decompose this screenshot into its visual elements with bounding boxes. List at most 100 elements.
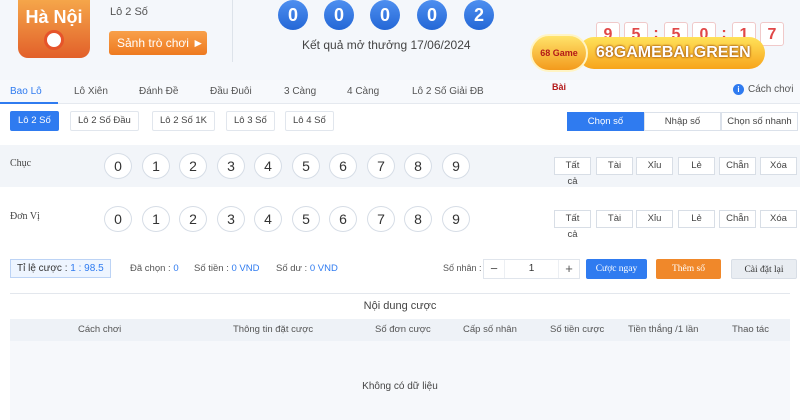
game-header: Hà Nội Lô 2 Số Sảnh trò chơi ► 0 0 0 0 2… (0, 0, 800, 92)
tab-4-cang[interactable]: 4 Càng (347, 86, 379, 97)
units-big-button[interactable]: Tài (596, 210, 633, 228)
tens-ball-1[interactable]: 1 (142, 153, 170, 179)
selected-count: Đã chọn : 0 (130, 263, 179, 274)
tab-bao-lo[interactable]: Bao Lô (10, 86, 42, 97)
tens-small-button[interactable]: Xỉu (636, 157, 673, 175)
units-ball-3[interactable]: 3 (217, 206, 245, 232)
result-date: Kết quả mở thưởng 17/06/2024 (302, 38, 471, 52)
units-ball-0[interactable]: 0 (104, 206, 132, 232)
tens-ball-9[interactable]: 9 (442, 153, 470, 179)
units-ball-8[interactable]: 8 (404, 206, 432, 232)
multiplier-label: Số nhân : (443, 263, 482, 273)
brand-name: 68GAMEBAI.GREEN (578, 37, 765, 69)
header-divider (232, 0, 233, 62)
game-name: Lô 2 Số (110, 6, 148, 18)
tens-ball-8[interactable]: 8 (404, 153, 432, 179)
units-ball-6[interactable]: 6 (329, 206, 357, 232)
amount-value: 0 VND (231, 263, 260, 274)
units-ball-5[interactable]: 5 (292, 206, 320, 232)
tab-dau-duoi[interactable]: Đầu Đuôi (210, 86, 252, 97)
tens-odd-button[interactable]: Lẻ (678, 157, 715, 175)
units-small-button[interactable]: Xỉu (636, 210, 673, 228)
tens-ball-7[interactable]: 7 (367, 153, 395, 179)
units-row: Đơn Vị 0 1 2 3 4 5 6 7 8 9 Tất cả Tài Xỉ… (0, 198, 800, 240)
units-ball-7[interactable]: 7 (367, 206, 395, 232)
tens-ball-6[interactable]: 6 (329, 153, 357, 179)
tens-select-all-button[interactable]: Tất cả (554, 157, 591, 187)
tens-clear-button[interactable]: Xóa (760, 157, 797, 175)
tens-row-label: Chục (10, 158, 32, 169)
units-row-label: Đơn Vị (10, 211, 40, 222)
how-to-play-link[interactable]: i Cách chơi (733, 84, 793, 95)
tens-row: Chục 0 1 2 3 4 5 6 7 8 9 Tất cả Tài Xỉu … (0, 145, 800, 187)
odds-label: Tỉ lệ cược : (17, 263, 68, 274)
decrement-button[interactable]: − (484, 260, 504, 278)
game-logo: Hà Nội (18, 0, 90, 58)
units-ball-4[interactable]: 4 (254, 206, 282, 232)
tens-ball-4[interactable]: 4 (254, 153, 282, 179)
brand-badge: 68 Game Bài (530, 34, 588, 92)
balance: Số dư : 0 VND (276, 263, 338, 274)
bet-table-body: Không có dữ liệu (10, 341, 790, 420)
balance-label: Số dư : (276, 263, 308, 274)
bet-content-title: Nội dung cược (363, 300, 437, 312)
column-header: Tiền thắng /1 lần (628, 324, 699, 335)
units-odd-button[interactable]: Lẻ (678, 210, 715, 228)
mode-nhap-so[interactable]: Nhập số (644, 112, 721, 131)
result-digit-4: 0 (417, 0, 447, 30)
tens-ball-5[interactable]: 5 (292, 153, 320, 179)
column-header: Thông tin đặt cược (233, 324, 314, 335)
subtab-lo-2-so-dau[interactable]: Lô 2 Số Đầu (70, 111, 139, 131)
column-header: Cách chơi (78, 324, 122, 335)
column-header: Thao tác (732, 324, 769, 335)
tens-ball-0[interactable]: 0 (104, 153, 132, 179)
subtab-lo-2-so[interactable]: Lô 2 Số (10, 111, 59, 131)
tens-ball-2[interactable]: 2 (179, 153, 207, 179)
result-digit-2: 0 (324, 0, 354, 30)
units-ball-9[interactable]: 9 (442, 206, 470, 232)
odds-box: Tỉ lệ cược : 1 : 98.5 (10, 259, 111, 278)
units-ball-2[interactable]: 2 (179, 206, 207, 232)
empty-state-text: Không có dữ liệu (362, 381, 438, 392)
column-header: Số đơn cược (375, 324, 431, 335)
tens-ball-3[interactable]: 3 (217, 153, 245, 179)
increment-button[interactable]: + (559, 260, 579, 278)
bet-content-panel: Nội dung cược (10, 293, 790, 319)
lobby-button[interactable]: Sảnh trò chơi ► (109, 31, 207, 55)
bet-now-button[interactable]: Cược ngay (586, 259, 647, 279)
tab-lo-2-so-giai-db[interactable]: Lô 2 Số Giải ĐB (412, 86, 484, 97)
balance-value: 0 VND (309, 263, 338, 274)
bet-table-header: Cách chơi Thông tin đặt cược Số đơn cược… (10, 319, 790, 341)
units-ball-1[interactable]: 1 (142, 206, 170, 232)
add-number-button[interactable]: Thêm số (656, 259, 721, 279)
brand-watermark: 68 Game Bài 68GAMEBAI.GREEN (530, 34, 765, 92)
column-header: Số tiền cược (550, 324, 605, 335)
mode-chon-so[interactable]: Chọn số (567, 112, 644, 131)
amount-label: Số tiền : (194, 263, 229, 274)
tens-big-button[interactable]: Tài (596, 157, 633, 175)
result-digit-3: 0 (370, 0, 400, 30)
tab-lo-xien[interactable]: Lô Xiên (74, 86, 108, 97)
mode-chon-so-nhanh[interactable]: Chọn số nhanh (721, 112, 798, 131)
result-digit-5: 2 (464, 0, 494, 30)
units-select-all-button[interactable]: Tất cả (554, 210, 591, 240)
multiplier-input[interactable]: 1 (504, 260, 559, 278)
result-digit-1: 0 (278, 0, 308, 30)
bet-amount: Số tiền : 0 VND (194, 263, 259, 274)
how-to-play-label: Cách chơi (748, 84, 794, 95)
units-even-button[interactable]: Chẵn (719, 210, 756, 228)
active-tab-indicator (0, 102, 58, 104)
column-header: Cấp số nhân (463, 324, 517, 335)
tens-even-button[interactable]: Chẵn (719, 157, 756, 175)
reset-button[interactable]: Cài đặt lại (731, 259, 797, 279)
odds-value: 1 : 98.5 (70, 263, 104, 274)
subtab-lo-3-so[interactable]: Lô 3 Số (226, 111, 275, 131)
units-clear-button[interactable]: Xóa (760, 210, 797, 228)
game-type-tabs: Bao Lô Lô Xiên Đánh Đề Đầu Đuôi 3 Càng 4… (0, 80, 800, 104)
subtab-lo-2-so-1k[interactable]: Lô 2 Số 1K (152, 111, 216, 131)
lottery-ball-icon (44, 30, 64, 50)
tab-danh-de[interactable]: Đánh Đề (139, 86, 178, 97)
logo-text: Hà Nội (25, 7, 83, 27)
subtab-lo-4-so[interactable]: Lô 4 Số (285, 111, 334, 131)
tab-3-cang[interactable]: 3 Càng (284, 86, 316, 97)
